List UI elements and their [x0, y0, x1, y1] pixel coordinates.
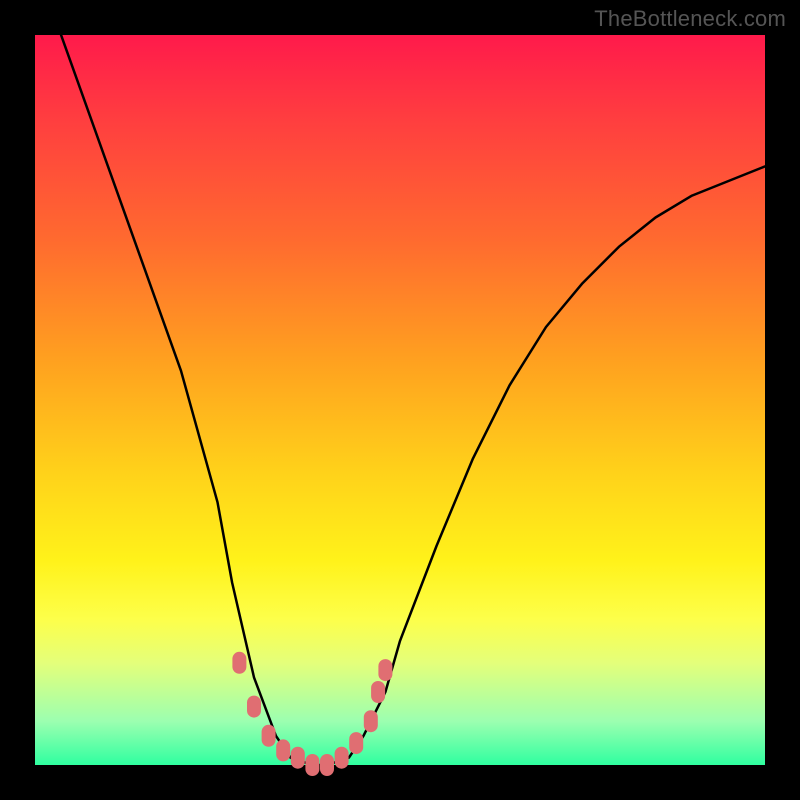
marker-9	[364, 710, 378, 732]
chart-frame: TheBottleneck.com	[0, 0, 800, 800]
chart-svg	[35, 35, 765, 765]
marker-5	[305, 754, 319, 776]
marker-8	[349, 732, 363, 754]
marker-4	[291, 747, 305, 769]
marker-0	[232, 652, 246, 674]
marker-2	[262, 725, 276, 747]
marker-3	[276, 739, 290, 761]
marker-1	[247, 696, 261, 718]
marker-7	[335, 747, 349, 769]
bottleneck-curve	[35, 0, 765, 765]
data-markers	[232, 652, 392, 776]
marker-10	[371, 681, 385, 703]
plot-area	[35, 35, 765, 765]
attribution-text: TheBottleneck.com	[594, 6, 786, 32]
marker-11	[378, 659, 392, 681]
marker-6	[320, 754, 334, 776]
